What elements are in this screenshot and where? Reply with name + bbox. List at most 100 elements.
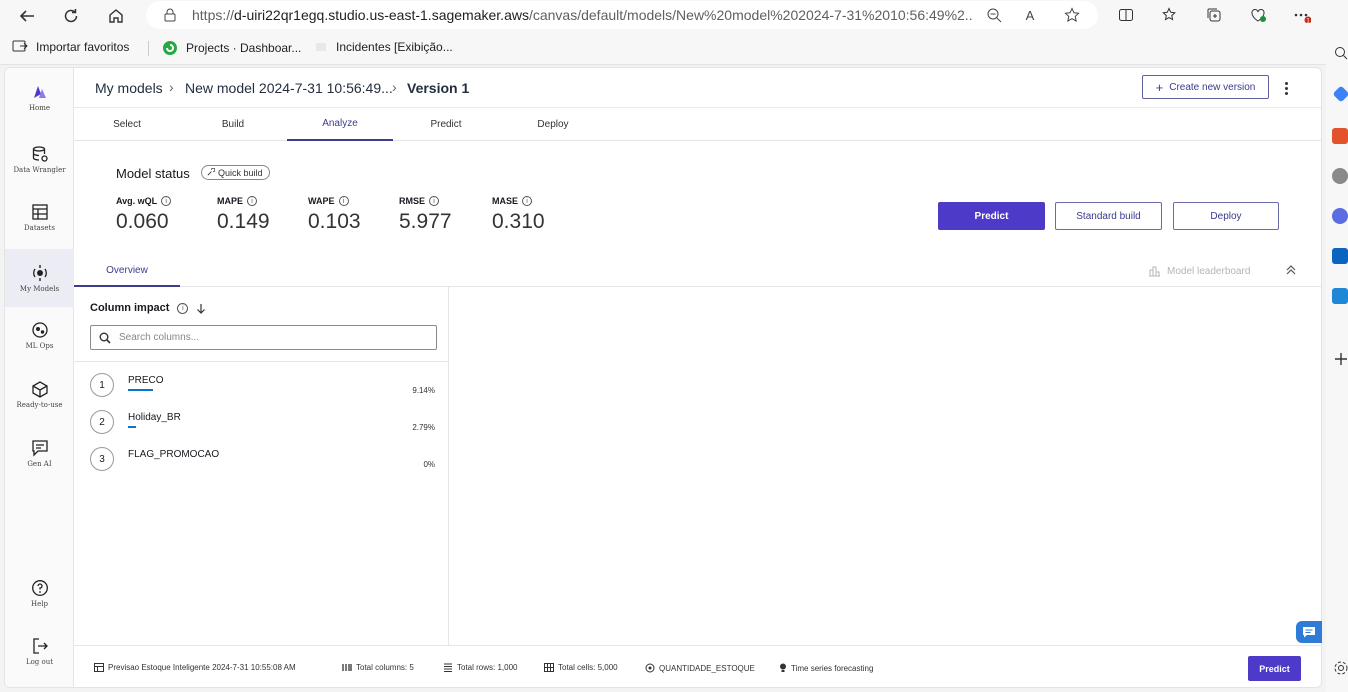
more-options-icon[interactable] <box>1281 76 1291 100</box>
package-icon <box>31 380 48 398</box>
info-icon[interactable]: i <box>177 302 189 314</box>
footer-columns: Total columns: 5 <box>342 663 414 672</box>
nav-data-wrangler[interactable]: Data Wrangler <box>5 130 74 188</box>
tab-analyze[interactable]: Analyze <box>287 108 393 141</box>
zoom-icon[interactable] <box>984 5 1004 25</box>
breadcrumb-my-models[interactable]: My models <box>95 80 163 96</box>
nav-log-out[interactable]: Log out <box>5 622 74 680</box>
refresh-icon[interactable] <box>58 3 84 29</box>
incidents-icon <box>316 43 326 51</box>
metric-rmse: RMSE i 5.977 <box>399 196 452 234</box>
rank-badge: 1 <box>90 373 114 397</box>
workflow-tabs: Select Build Analyze Predict Deploy <box>74 108 1321 141</box>
nav-help[interactable]: Help <box>5 564 74 622</box>
footer-label: Total cells: 5,000 <box>558 663 618 672</box>
impact-row[interactable]: 3 FLAG_PROMOCAO 0% <box>90 446 437 482</box>
address-bar[interactable]: https://d-uiri22qr1egq.studio.us-east-1.… <box>146 1 1098 29</box>
feedback-chat-icon[interactable] <box>1296 621 1322 643</box>
settings-icon[interactable] <box>1333 660 1348 676</box>
metric-label: RMSE <box>399 196 426 206</box>
bookmark-label: Projects · Dashboar... <box>186 41 302 55</box>
breadcrumb-model[interactable]: New model 2024-7-31 10:56:49... <box>185 80 393 96</box>
nav-home[interactable]: Home <box>5 68 74 126</box>
metric-value: 0.060 <box>116 210 169 233</box>
left-navigation: Home Data Wrangler Datasets My Models ML… <box>5 68 74 687</box>
collapse-icon[interactable] <box>1286 264 1296 278</box>
footer-rows: Total rows: 1,000 <box>443 663 517 672</box>
database-icon <box>32 145 48 162</box>
outlook-icon[interactable] <box>1332 248 1348 264</box>
dataset-icon <box>94 663 104 672</box>
impact-percent: 2.79% <box>412 423 435 432</box>
info-icon[interactable]: i <box>522 196 533 206</box>
people-icon[interactable] <box>1332 168 1348 184</box>
nav-label: Home <box>28 103 51 112</box>
home-icon[interactable] <box>103 3 129 29</box>
nav-gen-ai[interactable]: Gen AI <box>5 424 74 482</box>
bookmark-incidentes[interactable]: Incidentes [Exibição... <box>314 40 453 54</box>
search-columns-input[interactable] <box>119 332 419 343</box>
impact-row[interactable]: 2 Holiday_BR 2.79% <box>90 409 437 445</box>
nav-datasets[interactable]: Datasets <box>5 188 74 246</box>
impact-row[interactable]: 1 PRECO 9.14% <box>90 372 437 408</box>
rank-badge: 3 <box>90 447 114 471</box>
create-new-version-button[interactable]: + Create new version <box>1142 75 1269 99</box>
sort-descending-icon[interactable] <box>196 303 206 314</box>
metric-value: 5.977 <box>399 210 452 233</box>
tab-overview[interactable]: Overview <box>74 256 180 287</box>
favorite-star-icon[interactable] <box>1062 5 1082 25</box>
info-icon[interactable]: i <box>429 196 440 206</box>
ml-ops-icon <box>31 321 48 338</box>
breadcrumb-version: Version 1 <box>407 80 470 96</box>
model-leaderboard-button[interactable]: Model leaderboard <box>1148 265 1250 277</box>
tab-build[interactable]: Build <box>180 108 286 141</box>
nav-my-models[interactable]: My Models <box>5 249 74 307</box>
bookmark-projects[interactable]: Projects · Dashboar... <box>162 40 301 56</box>
nav-ml-ops[interactable]: ML Ops <box>5 306 74 364</box>
plus-icon: + <box>1155 79 1164 95</box>
footer-dataset: Previsao Estoque Inteligente 2024-7-31 1… <box>94 663 296 672</box>
metric-value: 0.310 <box>492 210 545 233</box>
footer-predict-button[interactable]: Predict <box>1248 656 1301 681</box>
info-icon[interactable]: i <box>247 196 258 206</box>
copilot-icon[interactable] <box>1332 85 1348 103</box>
footer-target: QUANTIDADE_ESTOQUE <box>645 663 755 673</box>
metric-wape: WAPE i 0.103 <box>308 196 361 234</box>
footer-label: Previsao Estoque Inteligente 2024-7-31 1… <box>108 663 296 672</box>
lock-icon <box>164 8 176 22</box>
tab-deploy[interactable]: Deploy <box>500 108 606 141</box>
info-icon[interactable]: i <box>338 196 349 206</box>
info-icon[interactable]: i <box>161 196 172 206</box>
favorites-icon[interactable] <box>1160 5 1180 25</box>
rows-icon <box>444 663 452 672</box>
more-menu-icon[interactable]: 1 <box>1292 5 1312 25</box>
search-columns-field[interactable] <box>90 325 437 350</box>
tab-predict[interactable]: Predict <box>393 108 499 141</box>
browser-essentials-icon[interactable] <box>1248 5 1268 25</box>
back-icon[interactable] <box>14 3 40 29</box>
send-icon[interactable] <box>1332 288 1348 304</box>
footer-label: Time series forecasting <box>791 663 874 673</box>
create-new-version-label: Create new version <box>1169 81 1256 93</box>
columns-icon <box>342 664 352 671</box>
metric-mape: MAPE i 0.149 <box>217 196 270 234</box>
search-icon[interactable] <box>1334 46 1348 60</box>
deploy-button[interactable]: Deploy <box>1173 202 1279 230</box>
split-screen-icon[interactable] <box>1116 5 1136 25</box>
metric-avg-wql: Avg. wQL i 0.060 <box>116 196 172 234</box>
standard-build-button[interactable]: Standard build <box>1055 202 1162 230</box>
nav-label: Gen AI <box>27 459 52 468</box>
add-icon[interactable] <box>1334 352 1348 366</box>
predict-button[interactable]: Predict <box>938 202 1045 230</box>
url-text: https://d-uiri22qr1egq.studio.us-east-1.… <box>192 7 972 23</box>
bookmark-import[interactable]: Importar favoritos <box>12 40 129 54</box>
tools-icon[interactable] <box>1332 128 1348 144</box>
collections-icon[interactable] <box>1204 5 1224 25</box>
lightbulb-icon <box>780 663 786 672</box>
nav-ready-to-use[interactable]: Ready-to-use <box>5 365 74 423</box>
read-aloud-icon[interactable]: A <box>1020 5 1040 25</box>
tab-select[interactable]: Select <box>74 108 180 141</box>
office-icon[interactable] <box>1332 208 1348 224</box>
nav-label: Data Wrangler <box>13 165 66 174</box>
nav-label: Datasets <box>24 223 55 232</box>
